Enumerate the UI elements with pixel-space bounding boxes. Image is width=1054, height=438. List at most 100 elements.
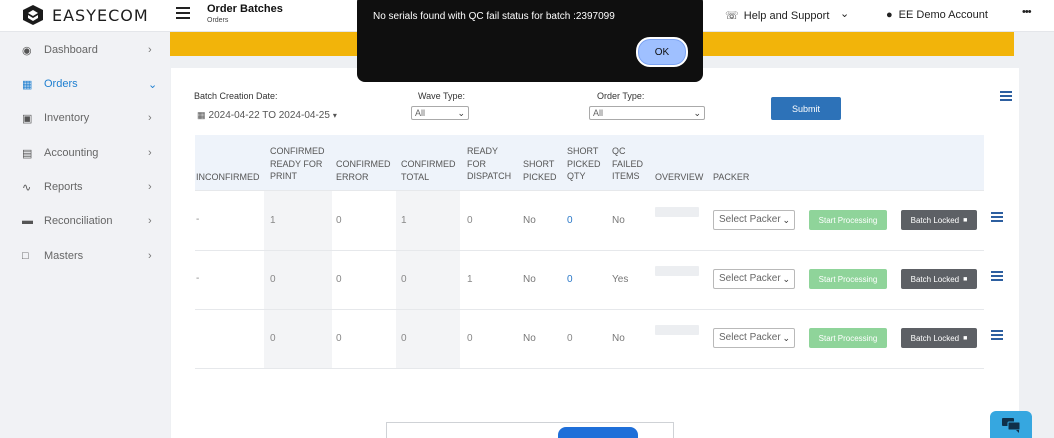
- chevron-down-icon: ⌄: [782, 215, 790, 225]
- dashboard-icon: ◉: [22, 45, 32, 57]
- th-inconfirmed: INCONFIRMED: [196, 172, 260, 182]
- batch-locked-button[interactable]: Batch Locked ■: [901, 269, 977, 289]
- list-menu-icon[interactable]: [1000, 91, 1012, 101]
- batch-locked-label: Batch Locked: [910, 274, 960, 284]
- order-type-select[interactable]: All ⌄: [589, 106, 705, 120]
- sidebar: ◉ Dashboard › ▦ Orders ⌄ ▣ Inventory › ▤…: [0, 32, 170, 438]
- cell-short-qty-link[interactable]: 0: [567, 274, 573, 285]
- sidebar-item-label: Masters: [44, 250, 84, 262]
- chevron-down-icon: ⌄: [457, 108, 465, 118]
- sidebar-item-dashboard[interactable]: ◉ Dashboard ›: [0, 35, 170, 65]
- cell-inconfirmed: -: [196, 273, 200, 284]
- alert-message: No serials found with QC fail status for…: [373, 11, 615, 22]
- sidebar-item-label: Inventory: [44, 112, 90, 124]
- cell-qc-failed: No: [612, 215, 625, 226]
- inventory-bag-icon: ▣: [22, 113, 33, 125]
- logo-icon: [23, 5, 43, 25]
- batch-date-picker[interactable]: ▦ 2024-04-22 TO 2024-04-25 ▾: [197, 110, 337, 121]
- sidebar-item-inventory[interactable]: ▣ Inventory ›: [0, 103, 170, 133]
- chevron-down-icon: ⌄: [782, 274, 790, 284]
- row-menu-icon[interactable]: [991, 330, 1003, 340]
- date-range-value: 2024-04-22 TO 2024-04-25: [208, 110, 330, 121]
- chevron-right-icon: ›: [148, 215, 152, 227]
- row-divider: [195, 190, 984, 191]
- wave-type-select[interactable]: All ⌄: [411, 106, 469, 120]
- sidebar-item-label: Accounting: [44, 147, 99, 159]
- start-processing-button[interactable]: Start Processing: [809, 210, 887, 230]
- order-type-value: All: [593, 108, 604, 118]
- th-confirmed-error: CONFIRMED ERROR: [336, 159, 391, 182]
- overview-bar[interactable]: [655, 325, 699, 335]
- row-menu-icon[interactable]: [991, 212, 1003, 222]
- sidebar-item-orders[interactable]: ▦ Orders ⌄: [0, 69, 170, 99]
- overview-bar[interactable]: [655, 207, 699, 217]
- cell-short-qty-link[interactable]: 0: [567, 215, 573, 226]
- chevron-down-icon: ⌄: [148, 78, 158, 91]
- chevron-down-icon: ⌄: [693, 108, 701, 118]
- start-processing-button[interactable]: Start Processing: [809, 269, 887, 289]
- calendar-icon: ▦: [197, 110, 206, 120]
- order-type-label: Order Type:: [597, 91, 645, 101]
- cell-short-qty: 0: [567, 333, 573, 344]
- ok-button[interactable]: OK: [636, 37, 688, 67]
- th-short-picked-qty: SHORT PICKED QTY: [567, 146, 601, 181]
- chevron-right-icon: ›: [148, 147, 152, 159]
- lock-icon: ■: [963, 334, 968, 342]
- sidebar-item-accounting[interactable]: ▤ Accounting ›: [0, 138, 170, 168]
- hamburger-menu-icon[interactable]: [176, 7, 190, 19]
- lock-icon: ■: [963, 216, 968, 224]
- batch-locked-button[interactable]: Batch Locked ■: [901, 210, 977, 230]
- sidebar-item-reports[interactable]: ∿ Reports ›: [0, 172, 170, 202]
- accounting-book-icon: ▤: [22, 148, 33, 160]
- overview-bar[interactable]: [655, 266, 699, 276]
- breadcrumb: Orders: [207, 17, 229, 24]
- page-title: Order Batches: [207, 3, 283, 15]
- sidebar-item-reconciliation[interactable]: ▬ Reconciliation ›: [0, 206, 170, 236]
- pagination-active-button[interactable]: [558, 427, 638, 438]
- cell-dispatch: 1: [467, 274, 473, 285]
- chevron-right-icon: ›: [148, 44, 152, 56]
- chat-support-button[interactable]: [990, 411, 1032, 438]
- cell-total: 0: [401, 333, 407, 344]
- cell-error: 0: [336, 274, 342, 285]
- row-divider: [195, 309, 984, 310]
- chat-bubble-icon: [1002, 417, 1021, 433]
- user-icon: ●: [886, 9, 893, 21]
- lock-icon: ■: [963, 275, 968, 283]
- cell-total: 1: [401, 215, 407, 226]
- sidebar-item-label: Reports: [44, 181, 83, 193]
- reconciliation-icon: ▬: [22, 215, 33, 227]
- account-menu[interactable]: ● EE Demo Account: [886, 9, 988, 21]
- chevron-down-icon: ⌄: [782, 333, 790, 343]
- chevron-right-icon: ›: [148, 112, 152, 124]
- th-overview: OVERVIEW: [655, 172, 704, 182]
- cell-short-picked: No: [523, 333, 536, 344]
- cell-ready-for-print: 0: [270, 274, 276, 285]
- submit-button[interactable]: Submit: [771, 97, 841, 120]
- row-menu-icon[interactable]: [991, 271, 1003, 281]
- th-confirmed-total: CONFIRMED TOTAL: [401, 159, 456, 182]
- th-packer: PACKER: [713, 172, 750, 182]
- cell-short-picked: No: [523, 215, 536, 226]
- packer-select[interactable]: Select Packer ⌄: [713, 210, 795, 230]
- easyecom-logo[interactable]: EASYECOM: [22, 4, 149, 26]
- packer-select-value: Select Packer: [719, 273, 781, 284]
- chevron-down-icon[interactable]: ⌄: [840, 7, 849, 20]
- th-confirmed-ready-for-print: CONFIRMED READY FOR PRINT: [270, 146, 325, 181]
- th-qc-failed-items: QC FAILED ITEMS: [612, 146, 644, 181]
- headset-icon: ☏: [725, 10, 739, 22]
- start-processing-button[interactable]: Start Processing: [809, 328, 887, 348]
- th-short-picked: SHORT PICKED: [523, 159, 557, 182]
- cell-short-picked: No: [523, 274, 536, 285]
- sidebar-item-masters[interactable]: □ Masters ›: [0, 241, 170, 271]
- batch-date-label: Batch Creation Date:: [194, 91, 278, 101]
- packer-select[interactable]: Select Packer ⌄: [713, 328, 795, 348]
- batch-locked-button[interactable]: Batch Locked ■: [901, 328, 977, 348]
- cell-error: 0: [336, 333, 342, 344]
- packer-select[interactable]: Select Packer ⌄: [713, 269, 795, 289]
- sidebar-item-label: Dashboard: [44, 44, 98, 56]
- reports-chart-icon: ∿: [22, 182, 32, 194]
- more-options-icon[interactable]: •••: [1022, 6, 1032, 18]
- help-and-support-link[interactable]: ☏ Help and Support: [725, 9, 829, 23]
- cell-inconfirmed: -: [196, 214, 200, 225]
